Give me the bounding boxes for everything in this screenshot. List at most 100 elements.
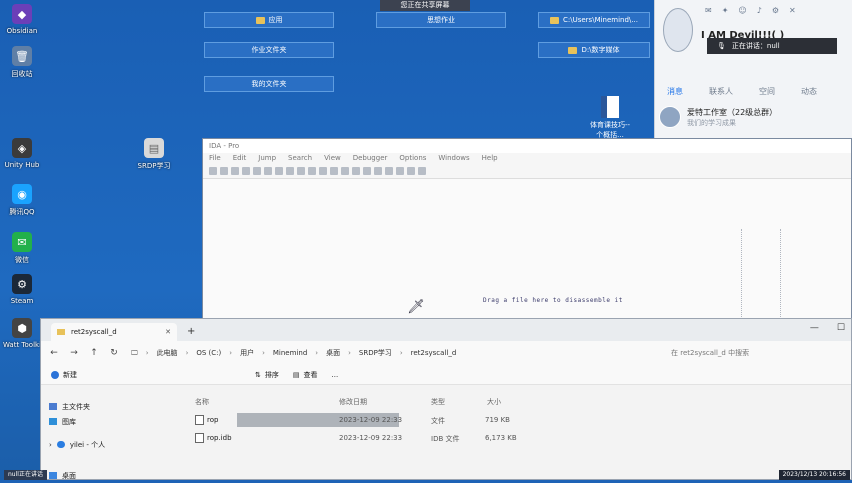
tool-icon[interactable] — [341, 167, 349, 175]
tab-contacts[interactable]: 联系人 — [709, 86, 733, 97]
watt-toolkit-icon: ⬢ — [12, 318, 32, 338]
breadcrumb[interactable]: 🖵 › 此电脑 › OS (C:) › 用户 › Minemind › 桌面 › SRDP学… — [127, 345, 659, 361]
close-icon[interactable]: ✕ — [789, 6, 796, 15]
file-list: 名称 修改日期 类型 大小 rop 2023-12-09 22:33 文件 71… — [191, 385, 851, 479]
menu-jump[interactable]: Jump — [258, 154, 276, 164]
tool-icon[interactable] — [385, 167, 393, 175]
refresh-icon[interactable]: ↻ — [107, 348, 121, 358]
microphone-icon: 🎙 — [717, 42, 726, 50]
chat-tabs: 消息 联系人 空间 动态 — [667, 86, 817, 97]
table-row[interactable]: rop 2023-12-09 22:33 文件 719 KB — [195, 413, 851, 427]
tool-icon[interactable] — [275, 167, 283, 175]
menu-help[interactable]: Help — [482, 154, 498, 164]
mail-icon[interactable]: ✉ — [705, 6, 712, 15]
cloud-icon — [56, 441, 65, 448]
column-name[interactable]: 名称 — [195, 397, 209, 407]
chevron-right-icon[interactable]: › — [49, 441, 52, 449]
tool-icon[interactable] — [286, 167, 294, 175]
tool-icon[interactable] — [418, 167, 426, 175]
speaking-status: 🎙 正在讲话：null — [707, 38, 837, 54]
menu-file[interactable]: File — [209, 154, 221, 164]
desktop-icon-obsidian[interactable]: ◆ Obsidian — [0, 4, 44, 35]
shortcut-chip-apps[interactable]: 应用 — [204, 12, 334, 28]
minimize-icon[interactable]: — — [810, 323, 819, 333]
gallery-icon — [49, 418, 57, 425]
ida-dagger-icon: 🗡 — [407, 299, 425, 315]
menu-view[interactable]: View — [324, 154, 341, 164]
menu-debugger[interactable]: Debugger — [353, 154, 388, 164]
desktop-icon-wechat[interactable]: ✉ 微信 — [0, 232, 44, 265]
forward-icon[interactable]: → — [67, 348, 81, 358]
sidebar-item-onedrive[interactable]: › yilei - 个人 — [49, 437, 183, 452]
ida-workspace[interactable]: 🗡 Drag a file here to disassemble it — [203, 179, 851, 349]
search-input[interactable]: 在 ret2syscall_d 中搜索 — [665, 345, 845, 361]
bell-icon[interactable]: ♪ — [757, 6, 762, 15]
tool-icon[interactable] — [253, 167, 261, 175]
tab-space[interactable]: 空间 — [759, 86, 775, 97]
desktop-icon-recycle-bin[interactable]: 🗑 回收站 — [0, 46, 44, 79]
tab-messages[interactable]: 消息 — [667, 86, 683, 97]
desktop-icon-word-doc[interactable]: 体育课技巧--个概括... — [588, 96, 632, 140]
chat-group-item[interactable]: 爱特工作室（22级总群） 我们的学习成果 — [659, 102, 845, 132]
tool-icon[interactable] — [330, 167, 338, 175]
folder-icon: ▤ — [144, 138, 164, 158]
navigation-pane: 主文件夹 图库 › yilei - 个人 桌面 — [41, 385, 191, 480]
save-icon[interactable] — [220, 167, 228, 175]
people-icon[interactable]: ☺ — [738, 6, 746, 15]
tool-icon[interactable] — [396, 167, 404, 175]
tool-icon[interactable] — [308, 167, 316, 175]
shortcut-chip-users-path[interactable]: C:\Users\Minemind\... — [538, 12, 650, 28]
back-icon[interactable] — [231, 167, 239, 175]
shortcut-chip-homework-folder[interactable]: 作业文件夹 — [204, 42, 334, 58]
sidebar-item-desktop[interactable]: 桌面 — [49, 468, 183, 483]
back-icon[interactable]: ← — [47, 348, 61, 358]
view-button[interactable]: ▤ 查看 — [293, 370, 318, 380]
desktop-icon-watt-toolkit[interactable]: ⬢ Watt Toolki — [0, 318, 44, 349]
new-tab-button[interactable]: + — [187, 326, 195, 337]
menu-options[interactable]: Options — [399, 154, 426, 164]
desktop-icon-steam[interactable]: ⚙ Steam — [0, 274, 44, 305]
column-modified[interactable]: 修改日期 — [339, 397, 367, 407]
close-tab-icon[interactable]: ✕ — [165, 328, 171, 336]
table-row[interactable]: rop.idb 2023-12-09 22:33 IDB 文件 6,173 KB — [195, 431, 851, 445]
star-icon[interactable]: ✦ — [722, 6, 729, 15]
explorer-tab[interactable]: ret2syscall_d ✕ — [51, 323, 177, 341]
menu-search[interactable]: Search — [288, 154, 312, 164]
tab-feed[interactable]: 动态 — [801, 86, 817, 97]
desktop-icon-qq[interactable]: ◉ 腾讯QQ — [0, 184, 44, 217]
sidebar-item-gallery[interactable]: 图库 — [49, 414, 183, 429]
idb-file-icon — [195, 433, 204, 443]
shortcut-chip-digital-media[interactable]: D:\数字媒体 — [538, 42, 650, 58]
settings-icon[interactable]: ⚙ — [772, 6, 779, 15]
tool-icon[interactable] — [363, 167, 371, 175]
more-button[interactable]: ... — [332, 371, 339, 379]
column-type[interactable]: 类型 — [431, 397, 445, 407]
column-size[interactable]: 大小 — [487, 397, 501, 407]
desktop-icon-unity-hub[interactable]: ◈ Unity Hub — [0, 138, 44, 169]
tool-icon[interactable] — [352, 167, 360, 175]
recycle-bin-icon: 🗑 — [12, 46, 32, 66]
open-icon[interactable] — [209, 167, 217, 175]
menu-edit[interactable]: Edit — [233, 154, 247, 164]
tool-icon[interactable] — [374, 167, 382, 175]
folder-icon — [255, 16, 265, 24]
desktop-icon-srdp[interactable]: ▤ SRDP学习 — [132, 138, 176, 171]
screen-share-banner[interactable]: 您正在共享屏幕 — [380, 0, 470, 11]
shortcut-chip-my-folder[interactable]: 我的文件夹 — [204, 76, 334, 92]
sidebar-item-home[interactable]: 主文件夹 — [49, 399, 183, 414]
window-controls: — ☐ — [810, 323, 845, 333]
avatar[interactable] — [663, 8, 693, 52]
shortcut-chip-thought-homework[interactable]: 思想作业 — [376, 12, 506, 28]
sort-button[interactable]: ⇅ 排序 — [255, 370, 279, 380]
forward-icon[interactable] — [242, 167, 250, 175]
sort-icon: ⇅ — [255, 370, 261, 379]
word-doc-icon — [601, 96, 619, 118]
tool-icon[interactable] — [264, 167, 272, 175]
new-button[interactable]: 新建 — [51, 370, 77, 380]
menu-windows[interactable]: Windows — [438, 154, 469, 164]
tool-icon[interactable] — [319, 167, 327, 175]
tool-icon[interactable] — [297, 167, 305, 175]
tool-icon[interactable] — [407, 167, 415, 175]
maximize-icon[interactable]: ☐ — [837, 323, 845, 333]
up-icon[interactable]: ↑ — [87, 348, 101, 358]
